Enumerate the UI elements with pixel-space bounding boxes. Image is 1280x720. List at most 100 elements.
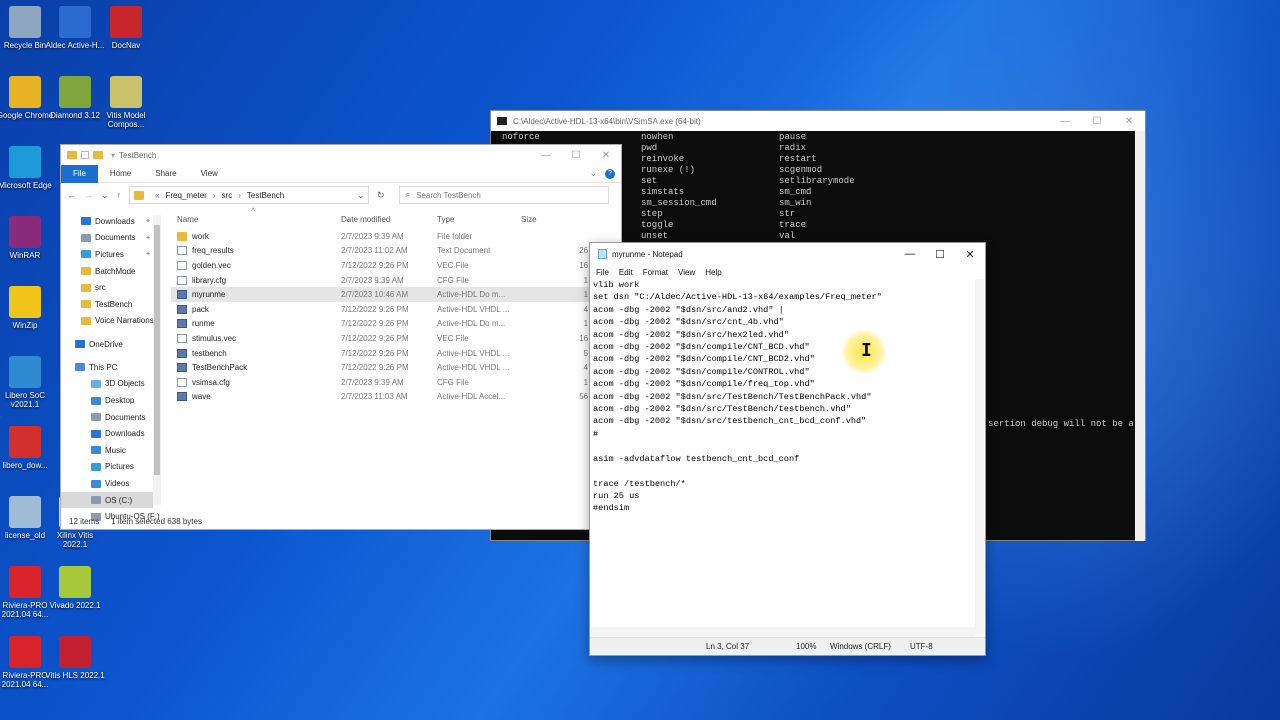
- file-row[interactable]: work 2/7/2023 9:39 AM File folder: [171, 229, 621, 244]
- menu-file[interactable]: File: [596, 268, 609, 277]
- menu-format[interactable]: Format: [643, 268, 668, 277]
- desktop-icon-vitis-hls[interactable]: Vitis HLS 2022.1: [45, 636, 105, 680]
- menu-view[interactable]: View: [678, 268, 695, 277]
- desktop-icon-vitis-model-composer[interactable]: Vitis Model Compos...: [96, 76, 156, 129]
- close-button[interactable]: ✕: [955, 248, 985, 261]
- forward-arrow-icon[interactable]: →: [84, 190, 93, 200]
- nav-item-videos[interactable]: Videos: [61, 475, 153, 492]
- console-scrollbar[interactable]: [1135, 131, 1145, 541]
- address-dropdown-icon[interactable]: ⌄: [357, 191, 364, 200]
- console-line: sm_win: [779, 198, 812, 208]
- file-row[interactable]: golden.vec7/12/2022 9:26 PMVEC File16 KB: [171, 258, 621, 273]
- help-icon[interactable]: ?: [605, 168, 615, 179]
- nav-item-3d-objects[interactable]: 3D Objects: [61, 376, 153, 393]
- column-size[interactable]: Size: [521, 215, 561, 224]
- maximize-button[interactable]: ☐: [561, 150, 591, 161]
- console-line: simstats: [641, 187, 685, 197]
- column-type[interactable]: Type: [437, 215, 521, 224]
- file-row[interactable]: pack 7/12/2022 9:26 PM Active-HDL VHDL ...…: [171, 302, 621, 317]
- file-row[interactable]: stimulus.vec 7/12/2022 9:26 PM VEC File 16 …: [171, 331, 621, 346]
- horizontal-scrollbar[interactable]: [591, 627, 975, 637]
- nav-item-batchmode[interactable]: BatchMode: [61, 263, 153, 280]
- nav-item-os-c[interactable]: OS (C:): [61, 491, 153, 509]
- nav-item-src[interactable]: src: [61, 279, 153, 296]
- file-name: testbench: [192, 348, 227, 358]
- microsoft-edge-icon: [9, 146, 41, 178]
- nav-item-downloads[interactable]: Downloads ✦: [61, 213, 153, 230]
- nav-item-downloads[interactable]: Downloads: [61, 425, 153, 442]
- nav-item-desktop[interactable]: Desktop: [61, 392, 153, 409]
- minimize-button[interactable]: —: [531, 150, 561, 161]
- breadcrumb-testbench[interactable]: TestBench: [247, 191, 284, 200]
- close-button[interactable]: ✕: [591, 150, 621, 161]
- notepad-text-area[interactable]: vlib work set dsn "C:/Aldec/Active-HDL-1…: [593, 279, 973, 634]
- nav-item-pictures[interactable]: Pictures ✦: [61, 246, 153, 263]
- file-row[interactable]: myrunme 2/7/2023 10:46 AM Active-HDL Do m.…: [171, 287, 621, 302]
- desktop-icon-microsoft-edge[interactable]: Microsoft Edge: [0, 146, 55, 190]
- nav-item-documents[interactable]: Documents ✦: [61, 230, 153, 247]
- nav-item-pictures[interactable]: Pictures: [61, 459, 153, 476]
- nav-item-label: OneDrive: [89, 339, 123, 349]
- tab-share[interactable]: Share: [143, 165, 188, 183]
- search-placeholder: Search TestBench: [416, 190, 481, 200]
- recent-locations-icon[interactable]: ⌄: [101, 190, 109, 201]
- desktop-icon-libero-download[interactable]: libero_dow...: [0, 426, 55, 470]
- close-button[interactable]: ✕: [1113, 116, 1145, 127]
- file-row[interactable]: library.cfg2/7/2023 9:39 AMCFG File1 KB: [171, 273, 621, 288]
- file-type: CFG File: [437, 275, 469, 285]
- breadcrumb-src[interactable]: src: [222, 191, 233, 200]
- file-row[interactable]: testbench 7/12/2022 9:26 PM Active-HDL VHD…: [171, 346, 621, 361]
- file-row[interactable]: freq_results 2/7/2023 11:02 AM Text Docume…: [171, 244, 621, 259]
- file-row[interactable]: TestBenchPack 7/12/2022 9:26 PM Active-HDL…: [171, 360, 621, 375]
- console-titlebar[interactable]: C:\Aldec\Active-HDL-13-x64\bin\VSimSA.ex…: [491, 111, 1145, 131]
- file-list: Name Date modified Type Size ˄ work 2/7/2…: [171, 207, 621, 405]
- nav-item-onedrive[interactable]: OneDrive: [61, 336, 153, 353]
- minimize-button[interactable]: —: [1049, 116, 1081, 127]
- quick-access-dropdown-icon[interactable]: ▾: [111, 151, 115, 160]
- back-arrow-icon[interactable]: ←: [67, 190, 76, 200]
- search-input[interactable]: ⌕ Search TestBench: [398, 186, 609, 204]
- nav-item-label: TestBench: [95, 299, 133, 309]
- tab-home[interactable]: Home: [98, 165, 143, 183]
- desktop-icon-winrar[interactable]: WinRAR: [0, 216, 55, 260]
- menu-edit[interactable]: Edit: [619, 268, 633, 277]
- expand-ribbon-icon[interactable]: ⌄: [589, 168, 597, 179]
- column-date-modified[interactable]: Date modified: [341, 215, 437, 224]
- zoom-level: 100%: [796, 642, 817, 651]
- tab-view[interactable]: View: [189, 165, 230, 183]
- nav-item-music[interactable]: Music: [61, 442, 153, 459]
- maximize-button[interactable]: ☐: [1081, 116, 1113, 127]
- cursor-position: Ln 3, Col 37: [706, 642, 750, 651]
- up-arrow-icon[interactable]: ↑: [117, 190, 122, 200]
- breadcrumb-freq-meter[interactable]: Freq_meter: [166, 191, 207, 200]
- desktop-icon-winzip[interactable]: WinZip: [0, 286, 55, 330]
- notepad-titlebar[interactable]: myrunme - Notepad — ☐ ✕: [590, 243, 985, 265]
- new-folder-icon[interactable]: [93, 151, 103, 159]
- maximize-button[interactable]: ☐: [925, 248, 955, 261]
- nav-item-documents[interactable]: Documents: [61, 409, 153, 426]
- file-row[interactable]: vsimsa.cfg2/7/2023 9:39 AMCFG File1 KB: [171, 375, 621, 390]
- nav-item-this-pc[interactable]: This PC: [61, 359, 153, 376]
- minimize-button[interactable]: —: [895, 248, 925, 261]
- vertical-scrollbar[interactable]: [975, 279, 984, 635]
- explorer-titlebar[interactable]: ▾ TestBench — ☐ ✕: [61, 145, 621, 165]
- nav-item-label: Pictures: [105, 462, 134, 472]
- desktop-icon-vivado[interactable]: Vivado 2022.1: [45, 566, 105, 610]
- menu-help[interactable]: Help: [705, 268, 721, 277]
- properties-icon[interactable]: [81, 151, 89, 159]
- desktop-icon-libero-soc[interactable]: Libero SoC v2021.1: [0, 356, 55, 409]
- navigation-scrollbar[interactable]: [153, 215, 161, 505]
- refresh-icon[interactable]: ↻: [377, 190, 385, 201]
- nav-item-label: Downloads: [95, 216, 135, 226]
- nav-item-voice-narrations[interactable]: Voice Narrations: [61, 313, 154, 330]
- file-row[interactable]: wave 2/7/2023 11:03 AM Active-HDL Accel...…: [171, 390, 621, 405]
- desktop-icon-docnav[interactable]: DocNav: [96, 6, 156, 50]
- nav-item-testbench[interactable]: TestBench: [61, 296, 153, 313]
- console-line: noforce: [502, 132, 540, 142]
- column-name[interactable]: Name: [171, 215, 341, 224]
- file-row[interactable]: runme 7/12/2022 9:26 PM Active-HDL Do m...…: [171, 317, 621, 332]
- address-bar[interactable]: « Freq_meter › src › TestBench ⌄: [129, 186, 370, 204]
- tab-file[interactable]: File: [61, 164, 98, 183]
- file-explorer-window[interactable]: ▾ TestBench — ☐ ✕ File Home Share View ⌄…: [60, 144, 622, 530]
- notepad-window[interactable]: myrunme - Notepad — ☐ ✕ File Edit Format…: [589, 242, 986, 656]
